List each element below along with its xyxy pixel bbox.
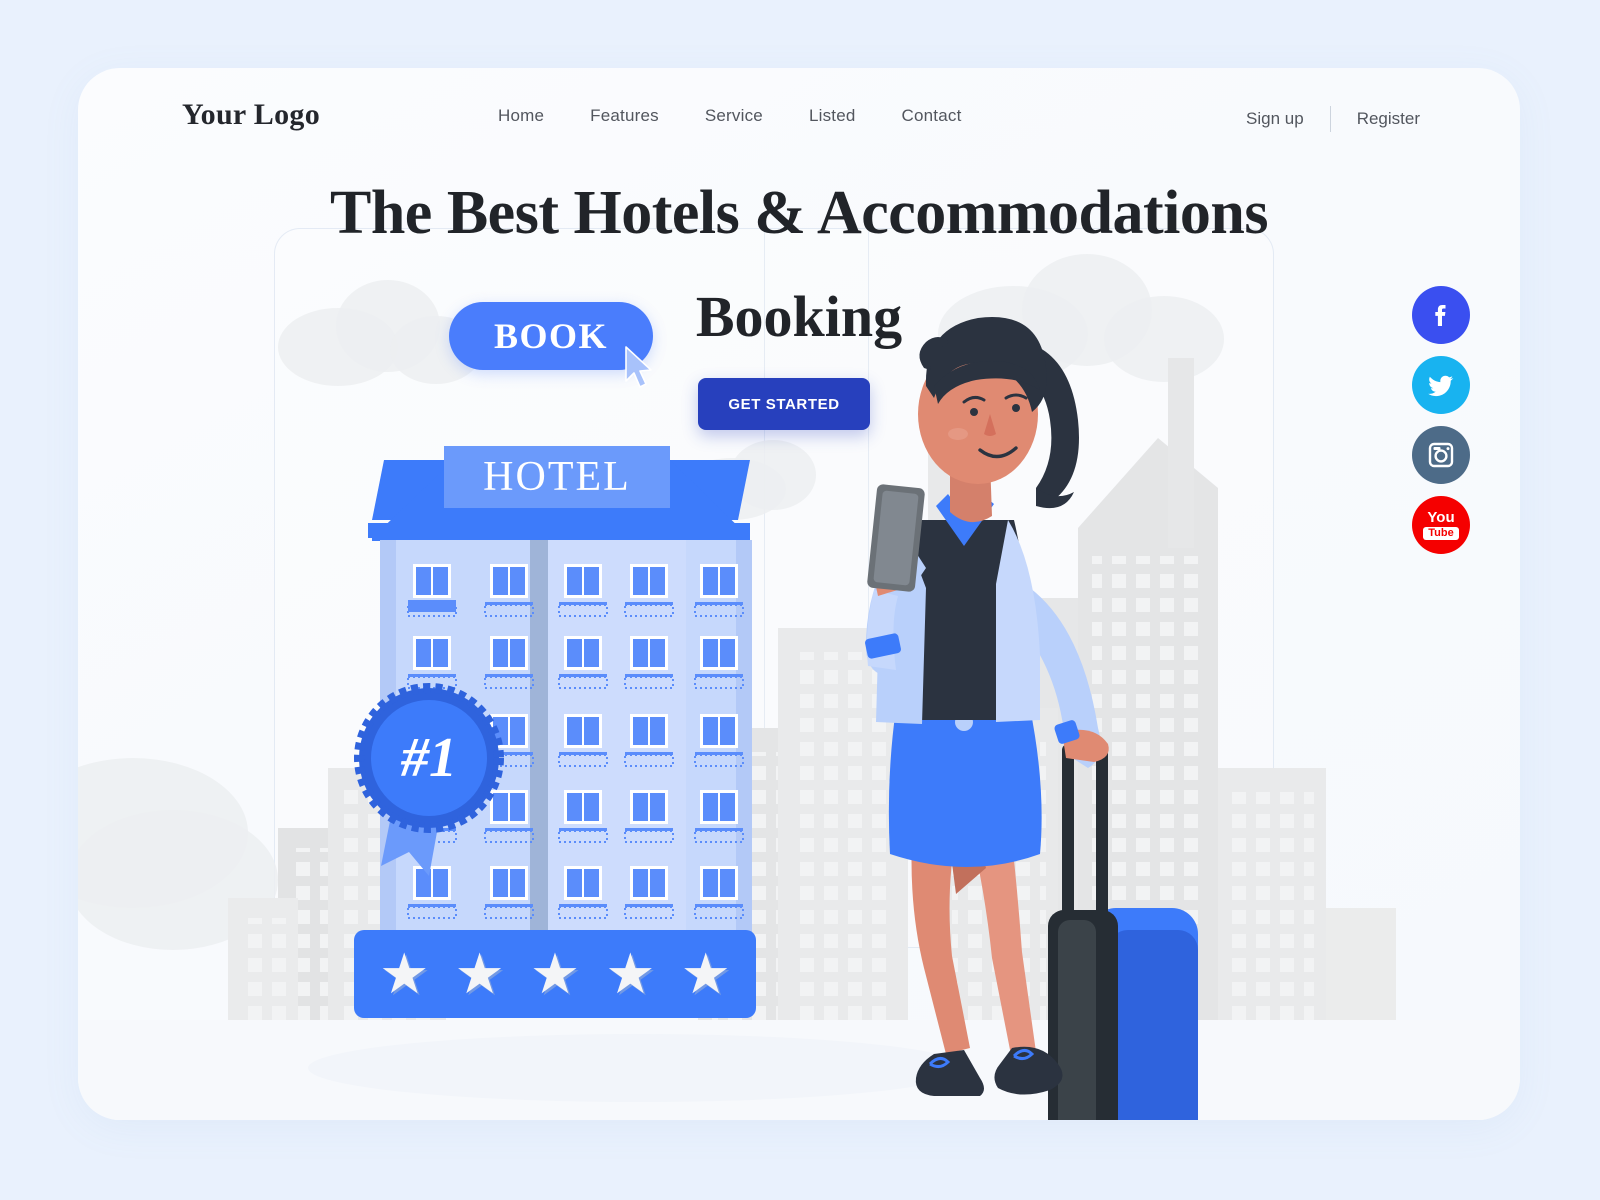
- rank-badge-label: #1: [401, 727, 457, 789]
- star-icon: ★: [605, 942, 656, 1005]
- star-icon: ★: [454, 942, 505, 1005]
- hero-card: Your Logo Home Features Service Listed C…: [78, 68, 1520, 1120]
- page-root: Your Logo Home Features Service Listed C…: [0, 0, 1600, 1200]
- star-icon: ★: [379, 942, 430, 1005]
- star-icon: ★: [680, 942, 731, 1005]
- star-icon: ★: [529, 942, 581, 1005]
- hero-illustration: [78, 317, 1520, 1120]
- hotel-sign-label: HOTEL: [483, 454, 631, 500]
- star-rating-stars: ★ ★ ★ ★ ★: [354, 930, 756, 1018]
